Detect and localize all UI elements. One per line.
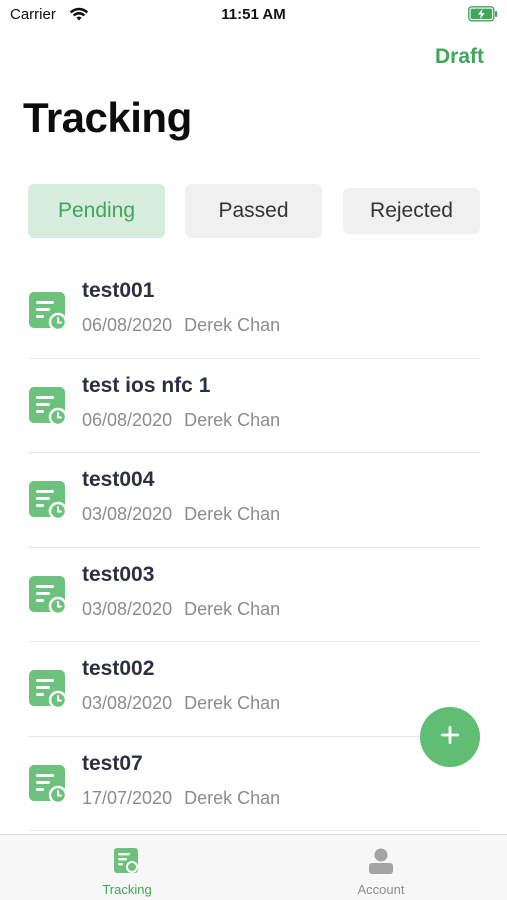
document-clock-icon: [113, 847, 141, 880]
app-screen: Carrier 11:51 AM Draft Tracking Pending …: [0, 0, 507, 900]
list-item[interactable]: test002 03/08/2020 Derek Chan: [28, 642, 480, 737]
battery-charging-icon: [468, 6, 498, 26]
tab-rejected[interactable]: Rejected: [343, 188, 480, 234]
list-item[interactable]: test07 17/07/2020 Derek Chan: [28, 737, 480, 831]
item-date: 03/08/2020: [82, 598, 173, 619]
item-title: test07: [82, 751, 143, 775]
list-item[interactable]: test001 06/08/2020 Derek Chan: [28, 264, 480, 359]
item-author: Derek Chan: [184, 787, 281, 808]
item-meta: 03/08/2020 Derek Chan: [82, 504, 280, 525]
document-clock-icon: [28, 669, 68, 710]
tabbar-account-label: Account: [357, 882, 405, 897]
add-button[interactable]: [420, 707, 480, 767]
status-bar: Carrier 11:51 AM: [0, 0, 507, 30]
tab-passed[interactable]: Passed: [185, 184, 322, 238]
item-date: 17/07/2020: [82, 787, 173, 808]
item-author: Derek Chan: [184, 504, 281, 524]
item-date: 06/08/2020: [82, 315, 173, 335]
list-item[interactable]: test003 03/08/2020 Derek Chan: [28, 548, 480, 642]
tabbar-tracking-label: Tracking: [102, 882, 152, 897]
document-clock-icon: [28, 386, 68, 426]
item-author: Derek Chan: [184, 598, 281, 619]
item-date: 03/08/2020: [82, 504, 173, 524]
item-author: Derek Chan: [184, 315, 281, 335]
item-meta: 06/08/2020 Derek Chan: [82, 315, 280, 336]
item-title: test004: [82, 468, 155, 491]
document-clock-icon: [28, 764, 68, 804]
item-title: test003: [82, 562, 155, 586]
tracking-list: test001 06/08/2020 Derek Chan test ios nf…: [28, 264, 480, 831]
bottom-tab-bar: Tracking Account: [0, 834, 507, 900]
list-item[interactable]: test004 03/08/2020 Derek Chan: [28, 453, 480, 548]
user-icon: [367, 847, 395, 880]
document-clock-icon: [28, 291, 68, 332]
document-clock-icon: [28, 575, 68, 615]
item-meta: 03/08/2020 Derek Chan: [82, 693, 280, 714]
status-tabs: Pending Passed Rejected: [28, 184, 480, 238]
tabbar-tracking[interactable]: Tracking: [0, 835, 254, 900]
document-clock-icon: [28, 480, 68, 521]
item-meta: 06/08/2020 Derek Chan: [82, 410, 280, 431]
tab-pending[interactable]: Pending: [28, 184, 165, 238]
item-title: test001: [82, 279, 155, 302]
item-meta: 03/08/2020 Derek Chan: [82, 599, 280, 620]
item-author: Derek Chan: [184, 409, 281, 430]
item-author: Derek Chan: [184, 693, 281, 713]
item-title: test002: [82, 657, 155, 680]
clock-time: 11:51 AM: [221, 6, 286, 23]
draft-button[interactable]: Draft: [435, 45, 484, 69]
tabbar-account[interactable]: Account: [254, 835, 507, 900]
item-meta: 17/07/2020 Derek Chan: [82, 788, 280, 809]
page-title: Tracking: [23, 94, 192, 141]
item-date: 03/08/2020: [82, 693, 173, 713]
item-title: test ios nfc 1: [82, 373, 211, 397]
plus-icon: [439, 724, 461, 751]
list-item[interactable]: test ios nfc 1 06/08/2020 Derek Chan: [28, 359, 480, 453]
item-date: 06/08/2020: [82, 409, 173, 430]
